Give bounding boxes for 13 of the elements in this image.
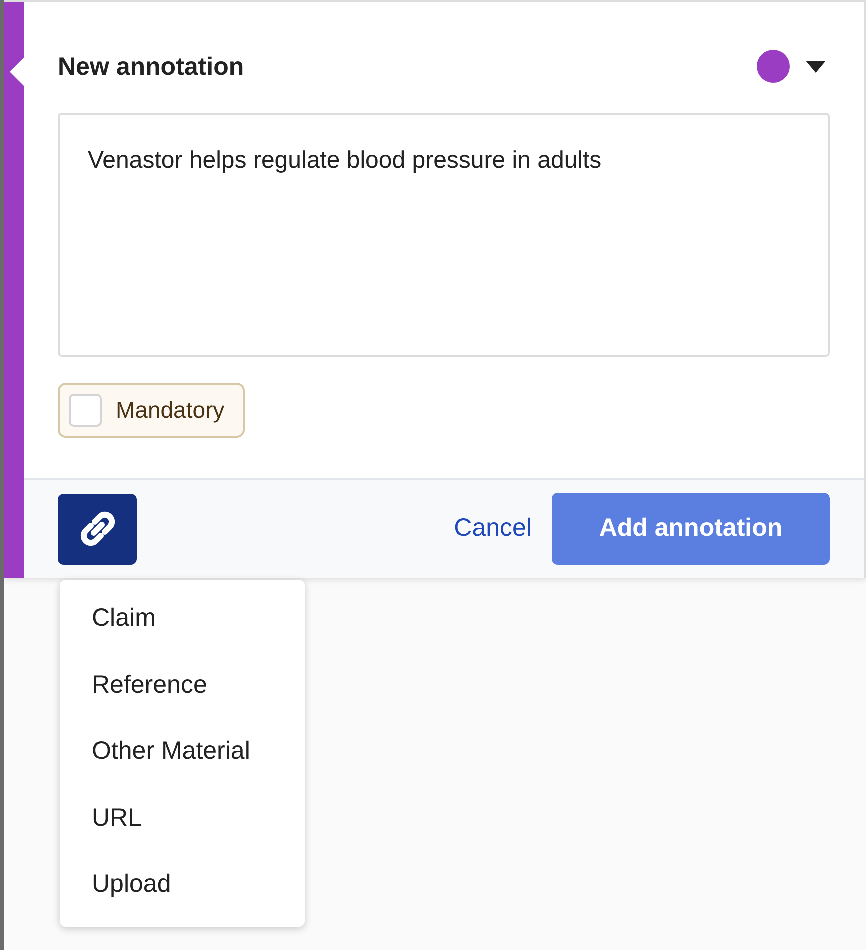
annotation-title: New annotation: [58, 52, 244, 82]
mandatory-checkbox[interactable]: Mandatory: [58, 383, 245, 438]
menu-item[interactable]: Upload: [60, 852, 305, 918]
color-dot[interactable]: [757, 50, 790, 83]
menu-item[interactable]: Other Material: [60, 719, 305, 786]
cancel-link[interactable]: Cancel: [454, 510, 532, 548]
menu-item[interactable]: Claim: [60, 586, 305, 652]
caret-icon[interactable]: [806, 60, 826, 72]
menu-item[interactable]: URL: [60, 786, 305, 852]
menu-item[interactable]: Reference: [60, 652, 305, 719]
annotation-text-field[interactable]: Venastor helps regulate blood pressure in adults: [58, 113, 830, 357]
add-annotation-button[interactable]: Add annotation: [552, 493, 830, 565]
link-button[interactable]: [58, 494, 137, 564]
